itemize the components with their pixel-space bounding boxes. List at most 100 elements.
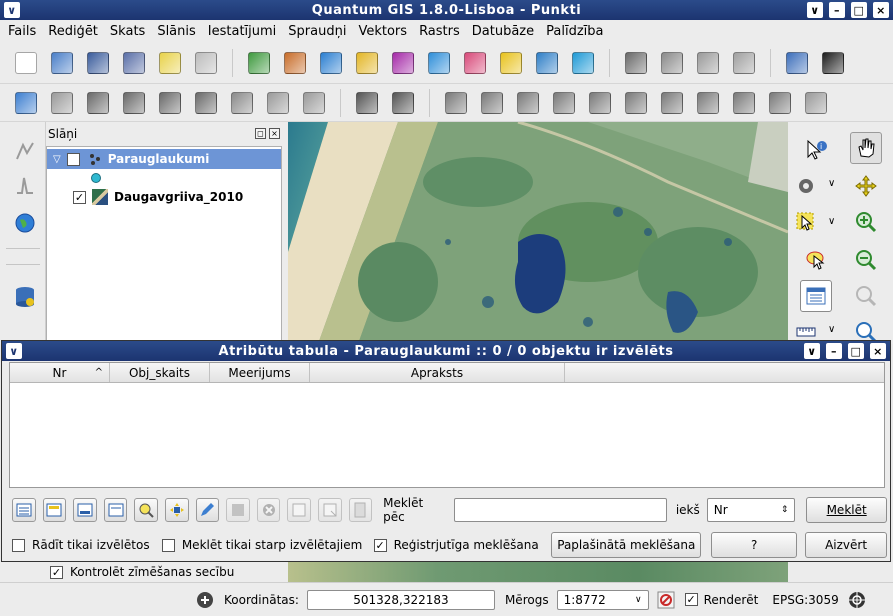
minimize-icon[interactable]: – (829, 2, 845, 18)
checkbox-box[interactable] (161, 538, 175, 552)
menu-vektors[interactable]: Vektors (358, 24, 407, 39)
menu-fails[interactable]: Fails (8, 24, 36, 39)
checkbox-box[interactable] (12, 538, 25, 552)
maximize-icon[interactable]: □ (848, 343, 864, 359)
menu-slanis[interactable]: Slānis (157, 24, 195, 39)
maximize-icon[interactable]: □ (851, 2, 867, 18)
dropdown-arrow-icon[interactable]: ∨ (828, 216, 835, 227)
coordinate-toggle-icon[interactable] (196, 591, 214, 609)
add-postgis-layer-icon[interactable] (317, 49, 345, 77)
histogram-icon[interactable] (12, 172, 38, 198)
delete-selected-icon[interactable] (256, 498, 281, 522)
checkbox-box[interactable]: ✓ (50, 565, 63, 579)
new-print-composer-icon[interactable] (156, 49, 184, 77)
split-features-icon[interactable] (694, 89, 722, 117)
column-header-meerijums[interactable]: Meerijums (210, 363, 310, 382)
close-icon[interactable]: × (873, 2, 889, 18)
rotate-point-symbols-icon[interactable] (802, 89, 830, 117)
delete-selected-icon[interactable] (192, 89, 220, 117)
layer-visibility-checkbox[interactable]: ✓ (66, 152, 80, 166)
window-shade-icon[interactable]: ∨ (807, 2, 823, 18)
copy-selected-rows-icon[interactable] (103, 498, 128, 522)
advanced-search-button[interactable]: Paplašinātā meklēšana (551, 532, 702, 558)
cut-features-icon[interactable] (228, 89, 256, 117)
column-header-obj-skaits[interactable]: Obj_skaits (110, 363, 210, 382)
help-book-icon[interactable] (783, 49, 811, 77)
open-project-icon[interactable] (48, 49, 76, 77)
scale-combo[interactable]: 1:8772 ∨ (556, 589, 649, 610)
plugin-icon[interactable] (730, 49, 758, 77)
whats-this-icon[interactable] (819, 49, 847, 77)
merge-features-icon[interactable] (730, 89, 758, 117)
add-ring-icon[interactable] (478, 89, 506, 117)
new-shapefile-icon[interactable] (569, 49, 597, 77)
tag-icon[interactable] (694, 49, 722, 77)
merge-attributes-icon[interactable] (766, 89, 794, 117)
menu-spraudni[interactable]: Spraudņi (288, 24, 346, 39)
delete-part-icon[interactable] (586, 89, 614, 117)
help-button[interactable]: ? (711, 532, 798, 558)
search-field-select[interactable]: Nr ⇕ (706, 498, 796, 522)
menu-datubaze[interactable]: Datubāze (472, 24, 534, 39)
add-feature-icon[interactable] (84, 89, 112, 117)
menu-rastrs[interactable]: Rastrs (419, 24, 460, 39)
move-selection-to-top-icon[interactable] (42, 498, 67, 522)
undo-icon[interactable] (353, 89, 381, 117)
collapse-arrow-icon[interactable]: ▽ (53, 154, 61, 165)
window-menu-icon[interactable]: ∨ (6, 343, 22, 359)
coordinates-field[interactable]: 501328,322183 (306, 589, 495, 610)
save-edits-icon[interactable] (48, 89, 76, 117)
offset-curve-icon[interactable] (658, 89, 686, 117)
pan-map-icon[interactable] (850, 132, 882, 164)
open-attribute-table-icon[interactable] (800, 280, 832, 312)
render-order-checkbox[interactable]: ✓ Kontrolēt zīmēšanas secību (50, 565, 234, 579)
delete-ring-icon[interactable] (550, 89, 578, 117)
add-vector-grey-icon[interactable] (12, 138, 38, 164)
move-feature-icon[interactable] (120, 89, 148, 117)
invert-selection-icon[interactable] (73, 498, 97, 522)
add-mssql-layer-icon[interactable] (389, 49, 417, 77)
deselect-features-icon[interactable] (800, 244, 832, 276)
simplify-feature-icon[interactable] (442, 89, 470, 117)
float-panel-icon[interactable]: ◻ (255, 128, 266, 139)
dropdown-arrow-icon[interactable]: ∨ (828, 324, 835, 335)
menu-iestatijumi[interactable]: Iestatījumi (208, 24, 277, 39)
settings-gear-icon[interactable] (790, 170, 822, 202)
add-vector-layer-icon[interactable] (245, 49, 273, 77)
close-icon[interactable]: × (870, 343, 886, 359)
redo-icon[interactable] (389, 89, 417, 117)
close-panel-icon[interactable]: × (269, 128, 280, 139)
pan-to-selected-icon[interactable] (164, 498, 189, 522)
search-button[interactable]: Meklēt (806, 497, 887, 523)
add-wfs-layer-icon[interactable] (461, 49, 489, 77)
save-edits-icon[interactable] (226, 498, 250, 522)
case-sensitive-checkbox[interactable]: ✓ Reģistrjutīga meklēšana (373, 538, 552, 552)
add-part-icon[interactable] (514, 89, 542, 117)
attribute-grid[interactable]: Nr ^ Obj_skaits Meerijums Apraksts (9, 362, 885, 488)
layer-row-daugavgriiva[interactable]: ✓ Daugavgriiva_2010 (47, 187, 281, 207)
select-features-icon[interactable] (790, 206, 822, 238)
minimize-icon[interactable]: – (826, 343, 842, 359)
database-icon[interactable] (12, 284, 38, 310)
new-project-icon[interactable] (12, 49, 40, 77)
render-checkbox[interactable]: ✓ (684, 593, 698, 606)
checkbox-box[interactable]: ✓ (373, 538, 387, 552)
toggle-editing-icon[interactable] (12, 89, 40, 117)
menu-skats[interactable]: Skats (110, 24, 145, 39)
add-wms-layer-icon[interactable] (425, 49, 453, 77)
save-project-icon[interactable] (84, 49, 112, 77)
show-selected-only-checkbox[interactable]: Rādīt tikai izvēlētos (12, 538, 162, 552)
chevron-down-icon[interactable]: ∨ (635, 595, 642, 605)
remove-layer-icon[interactable] (533, 49, 561, 77)
node-tool-icon[interactable] (156, 89, 184, 117)
crs-status[interactable]: EPSG:3059 (772, 593, 838, 607)
window-menu-icon[interactable]: ∨ (4, 2, 20, 18)
add-spatialite-layer-icon[interactable] (353, 49, 381, 77)
window-shade-icon[interactable]: ∨ (804, 343, 820, 359)
identify-features-icon[interactable]: i (800, 134, 832, 166)
save-as-icon[interactable] (120, 49, 148, 77)
close-button[interactable]: Aizvērt (805, 532, 888, 558)
pan-to-selection-icon[interactable] (850, 170, 882, 202)
column-header-nr[interactable]: Nr ^ (10, 363, 110, 382)
field-calculator-icon[interactable] (348, 498, 373, 522)
